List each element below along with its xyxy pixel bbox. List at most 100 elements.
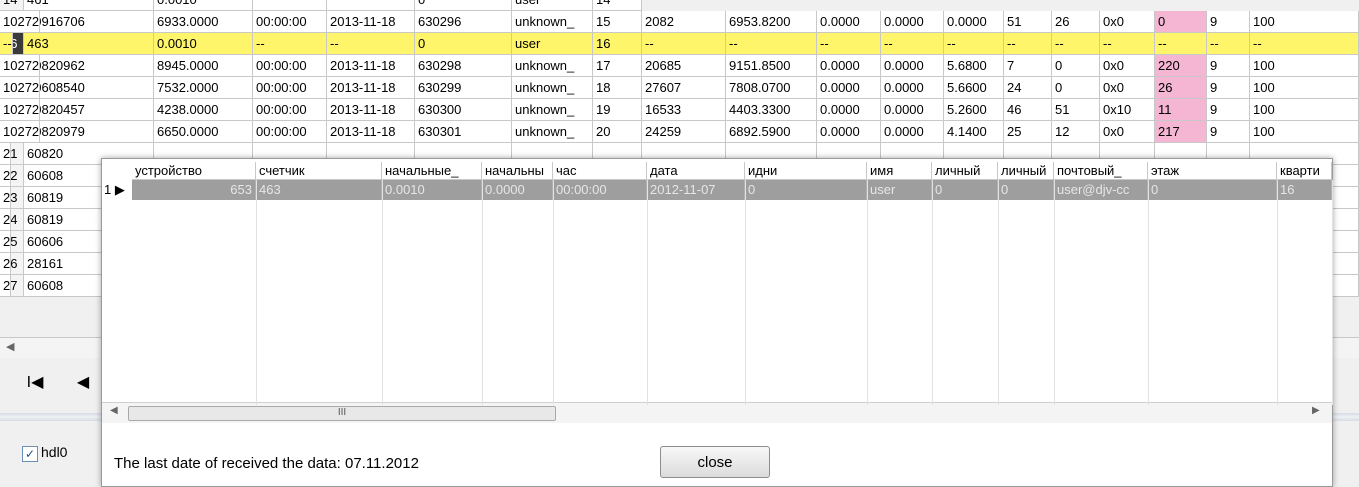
table-cell[interactable]: unknown_ — [512, 77, 593, 99]
popup-cell[interactable]: user — [867, 180, 932, 200]
table-cell[interactable]: 9 — [1207, 55, 1250, 77]
table-cell[interactable]: 100 — [1250, 77, 1359, 99]
table-cell[interactable]: 7532.0000 — [154, 77, 253, 99]
popup-cell[interactable]: 0.0000 — [482, 180, 553, 200]
table-cell[interactable]: 20685 — [642, 55, 726, 77]
table-cell[interactable]: 9 — [1207, 11, 1250, 33]
table-cell[interactable]: 7 — [1004, 55, 1052, 77]
column-header[interactable]: этаж — [1148, 162, 1277, 180]
table-cell[interactable]: 0.0000 — [881, 99, 944, 121]
table-cell[interactable]: 0x0 — [1100, 121, 1155, 143]
table-cell[interactable]: -- — [1052, 33, 1100, 55]
table-cell[interactable]: 0 — [1155, 11, 1207, 33]
table-cell[interactable] — [253, 0, 327, 11]
table-cell[interactable]: 00:00:00 — [253, 55, 327, 77]
table-cell[interactable]: -- — [0, 33, 13, 55]
table-cell[interactable]: 6953.8200 — [726, 11, 817, 33]
table-cell[interactable]: 2013-11-18 — [327, 121, 415, 143]
prev-record-button[interactable]: ◀ — [68, 370, 98, 396]
table-cell[interactable]: 100 — [1250, 55, 1359, 77]
table-cell[interactable]: 26 — [1052, 11, 1100, 33]
table-cell[interactable]: 0x0 — [1100, 55, 1155, 77]
column-header[interactable]: дата — [647, 162, 745, 180]
table-cell[interactable]: 463 — [24, 33, 154, 55]
table-cell[interactable]: 0x0 — [1100, 77, 1155, 99]
table-row[interactable]: 18 606085407532.000000:00:002013-11-18630… — [0, 77, 1359, 99]
table-cell[interactable]: 2 — [0, 209, 12, 231]
popup-cell[interactable]: 00:00:00 — [553, 180, 647, 200]
table-cell[interactable]: 60820962 — [24, 55, 154, 77]
table-cell[interactable]: 0.0000 — [944, 11, 1004, 33]
column-header[interactable]: устройство — [132, 162, 256, 180]
table-cell[interactable]: -- — [642, 33, 726, 55]
table-cell[interactable]: 60820979 — [24, 121, 154, 143]
table-cell[interactable]: 6933.0000 — [154, 11, 253, 33]
table-cell[interactable]: 0x10 — [1100, 99, 1155, 121]
table-cell[interactable]: unknown_ — [512, 121, 593, 143]
row-number[interactable]: 14 — [0, 0, 24, 11]
table-cell[interactable]: 10272 — [0, 11, 41, 33]
table-cell[interactable]: 51 — [1004, 11, 1052, 33]
popup-cell[interactable]: 0 — [745, 180, 867, 200]
table-cell[interactable]: 27607 — [642, 77, 726, 99]
table-cell[interactable]: 2013-11-18 — [327, 77, 415, 99]
table-cell[interactable]: 5.6600 — [944, 77, 1004, 99]
table-cell[interactable]: -- — [726, 33, 817, 55]
table-cell[interactable]: 2013-11-18 — [327, 99, 415, 121]
table-cell[interactable]: 19 — [593, 99, 642, 121]
table-cell[interactable]: 6892.5900 — [726, 121, 817, 143]
first-record-button[interactable]: I◀ — [20, 370, 50, 396]
table-cell[interactable]: 24259 — [642, 121, 726, 143]
table-cell[interactable]: 9 — [1207, 77, 1250, 99]
scroll-right-arrow-icon[interactable]: ▶ — [1312, 405, 1320, 416]
table-cell[interactable]: 5.6800 — [944, 55, 1004, 77]
table-cell[interactable]: 0.0000 — [817, 99, 881, 121]
table-cell[interactable]: 17 — [593, 55, 642, 77]
table-cell[interactable]: 2013-11-18 — [327, 55, 415, 77]
table-cell[interactable]: 100 — [1250, 99, 1359, 121]
table-cell[interactable]: -- — [1100, 33, 1155, 55]
table-cell[interactable]: 60608540 — [24, 77, 154, 99]
table-cell[interactable]: user — [512, 33, 593, 55]
popup-cell[interactable]: 0 — [932, 180, 998, 200]
table-cell[interactable]: -- — [817, 33, 881, 55]
table-cell[interactable]: 16533 — [642, 99, 726, 121]
column-header[interactable]: начальные_ — [382, 162, 482, 180]
table-cell[interactable]: 0.0000 — [881, 77, 944, 99]
table-cell[interactable]: 2 — [0, 165, 12, 187]
table-cell[interactable]: 220 — [1155, 55, 1207, 77]
table-cell[interactable]: -- — [1004, 33, 1052, 55]
popup-cell[interactable]: 16 — [1277, 180, 1332, 200]
popup-cell[interactable]: 0 — [1148, 180, 1277, 200]
hdl0-checkbox[interactable]: ✓ — [22, 446, 38, 462]
table-cell[interactable]: 00:00:00 — [253, 121, 327, 143]
table-cell[interactable]: 0x0 — [1100, 11, 1155, 33]
table-cell[interactable]: 630296 — [415, 11, 512, 33]
table-cell[interactable]: 2 — [0, 253, 12, 275]
table-cell[interactable]: 14 — [593, 0, 642, 11]
table-row[interactable]: 15 509167066933.000000:00:002013-11-18630… — [0, 11, 1359, 33]
table-cell[interactable]: -- — [1250, 33, 1359, 55]
table-cell[interactable]: 6650.0000 — [154, 121, 253, 143]
table-cell[interactable]: 18 — [593, 77, 642, 99]
table-cell[interactable]: 60820457 — [24, 99, 154, 121]
table-cell[interactable]: 2 — [0, 275, 12, 297]
scroll-left-arrow-icon[interactable]: ◀ — [110, 405, 118, 416]
table-cell[interactable]: 2082 — [642, 11, 726, 33]
column-header[interactable]: кварти — [1277, 162, 1332, 180]
popup-cell[interactable]: 463 — [256, 180, 382, 200]
table-cell[interactable]: 0 — [415, 0, 512, 11]
column-header[interactable]: личный — [998, 162, 1054, 180]
table-cell[interactable]: 2 — [0, 187, 12, 209]
table-cell[interactable]: 4403.3300 — [726, 99, 817, 121]
table-cell[interactable]: unknown_ — [512, 99, 593, 121]
popup-cell[interactable]: user@djv-cc — [1054, 180, 1148, 200]
table-cell[interactable]: -- — [253, 33, 327, 55]
table-cell[interactable]: 24 — [1004, 77, 1052, 99]
scroll-thumb[interactable]: III — [128, 406, 556, 421]
table-cell[interactable]: -- — [327, 33, 415, 55]
popup-cell[interactable]: 2012-11-07 — [647, 180, 745, 200]
table-cell[interactable]: 2 — [0, 231, 12, 253]
table-row[interactable]: 164630.0010----0user16------------------… — [0, 33, 1359, 55]
column-header[interactable]: идни — [745, 162, 867, 180]
